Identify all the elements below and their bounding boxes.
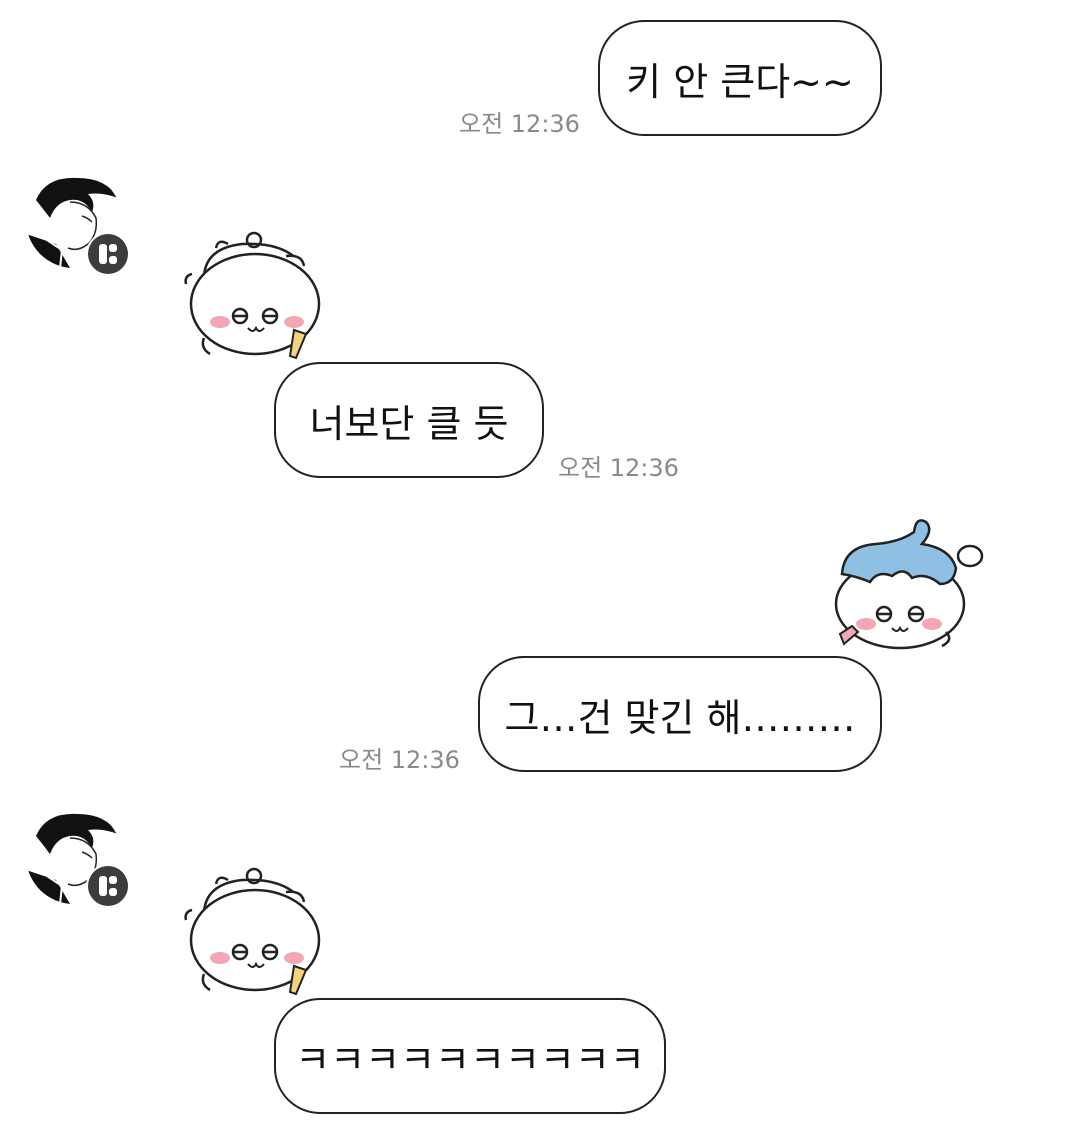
- message-bubble-outgoing[interactable]: 키 안 큰다~~: [598, 20, 882, 136]
- app-badge-icon: [86, 864, 130, 908]
- message-bubble-incoming[interactable]: 너보단 클 듯: [274, 362, 544, 478]
- app-badge-icon: [86, 232, 130, 276]
- message-text: 너보단 클 듯: [309, 401, 509, 446]
- chiikawa-sticker-icon: [184, 231, 321, 360]
- message-bubble-outgoing[interactable]: 그…건 맞긴 해………: [478, 656, 882, 772]
- message-text: ㅋㅋㅋㅋㅋㅋㅋㅋㅋㅋ: [295, 1037, 645, 1082]
- message-text: 키 안 큰다~~: [626, 59, 854, 104]
- hachiware-thinking-sticker[interactable]: [830, 514, 990, 658]
- message-time: 오전 12:36: [339, 746, 460, 774]
- message-text: 그…건 맞긴 해………: [504, 695, 856, 740]
- hachiware-sticker-icon: [834, 519, 984, 650]
- message-time: 오전 12:36: [459, 110, 580, 138]
- chiikawa-sticker-icon: [184, 867, 321, 996]
- chiikawa-thinking-sticker[interactable]: [182, 862, 332, 1006]
- message-bubble-incoming[interactable]: ㅋㅋㅋㅋㅋㅋㅋㅋㅋㅋ: [274, 998, 666, 1114]
- message-time: 오전 12:36: [558, 454, 679, 482]
- chiikawa-thinking-sticker[interactable]: [182, 226, 332, 370]
